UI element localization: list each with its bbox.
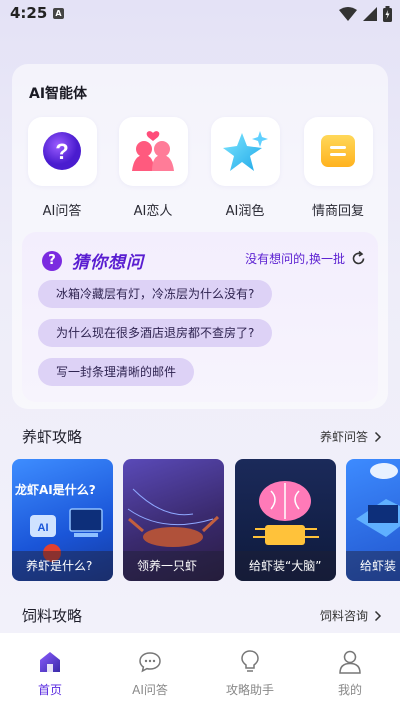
guide-card-caption: 给虾装“大脑” bbox=[235, 551, 336, 581]
status-bar: 4:25 A bbox=[0, 0, 400, 30]
agent-ai-lover[interactable]: AI恋人 bbox=[117, 117, 189, 219]
guide-card[interactable]: 龙虾AI是什么? AI 养虾是什么? bbox=[12, 459, 113, 581]
shrimp-guide-header: 养虾攻略 养虾问答 bbox=[22, 426, 382, 447]
chevron-right-icon bbox=[374, 610, 382, 621]
agent-label: AI问答 bbox=[42, 204, 82, 219]
ask-title-group: ? 猜你想问 bbox=[42, 248, 144, 273]
feed-guide-header: 饲料攻略 饲料咨询 bbox=[22, 605, 382, 626]
refresh-icon bbox=[352, 251, 365, 265]
section-title: 养虾攻略 bbox=[22, 428, 83, 446]
card-overlay-title: 龙虾AI是什么? bbox=[15, 483, 96, 497]
ask-title: 猜你想问 bbox=[72, 253, 144, 273]
nav-ai-qa[interactable]: AI问答 bbox=[110, 649, 190, 698]
agent-tile[interactable] bbox=[210, 117, 280, 186]
guide-card-caption: 养虾是什么? bbox=[12, 551, 113, 581]
message-note-icon bbox=[321, 134, 355, 167]
chat-bubble-icon bbox=[139, 652, 161, 673]
nav-label: AI问答 bbox=[132, 683, 168, 697]
link-label: 养虾问答 bbox=[319, 430, 368, 444]
agent-tile[interactable]: ? bbox=[27, 117, 97, 186]
refresh-questions-button[interactable]: 没有想问的,换一批 bbox=[245, 250, 366, 267]
ai-agent-card: AI智能体 ? AI问答 AI恋人 AI润色 情商回复 ? 猜你想问 没有想问的… bbox=[12, 64, 388, 409]
signal-icon bbox=[363, 7, 377, 21]
link-label: 饲料咨询 bbox=[319, 609, 368, 623]
guide-card-caption: 领养一只虾 bbox=[123, 551, 224, 581]
refresh-label: 没有想问的,换一批 bbox=[245, 252, 345, 266]
couple-icon bbox=[132, 130, 174, 171]
suggested-question-chip[interactable]: 冰箱冷藏层有灯，冷冻层为什么没有? bbox=[38, 280, 273, 308]
suggested-question-chip[interactable]: 写一封条理清晰的邮件 bbox=[38, 358, 195, 386]
shrimp-qa-link[interactable]: 养虾问答 bbox=[320, 428, 382, 445]
agent-ai-polish[interactable]: AI润色 bbox=[209, 117, 281, 219]
suggested-questions-panel: ? 猜你想问 没有想问的,换一批 冰箱冷藏层有灯，冷冻层为什么没有? 为什么现在… bbox=[22, 232, 378, 402]
agent-label: 情商回复 bbox=[311, 204, 364, 219]
nav-home[interactable]: 首页 bbox=[10, 649, 90, 698]
agent-label: AI恋人 bbox=[133, 204, 173, 219]
question-mark-icon: ? bbox=[42, 250, 62, 271]
guide-card[interactable]: 领养一只虾 bbox=[123, 459, 224, 581]
chevron-right-icon bbox=[374, 431, 382, 442]
suggested-question-chip[interactable]: 为什么现在很多酒店退房都不查房了? bbox=[38, 319, 273, 347]
question-bubble-icon: ? bbox=[43, 131, 81, 170]
sparkle-star-icon bbox=[223, 130, 268, 171]
status-indicators bbox=[339, 6, 392, 22]
nav-label: 首页 bbox=[37, 683, 62, 697]
feed-consult-link[interactable]: 饲料咨询 bbox=[320, 607, 382, 624]
svg-text:?: ? bbox=[55, 139, 68, 164]
agent-tile[interactable] bbox=[118, 117, 188, 186]
shrimp-guide-carousel[interactable]: 龙虾AI是什么? AI 养虾是什么? 领养一只虾 给虾装“大脑” 给虾装 bbox=[12, 459, 400, 581]
section-title: 饲料攻略 bbox=[22, 607, 83, 625]
status-time: 4:25 bbox=[10, 4, 48, 22]
bottom-navigation: 首页 AI问答 攻略助手 我的 bbox=[0, 633, 400, 706]
agent-tile[interactable] bbox=[303, 117, 373, 186]
wifi-icon bbox=[339, 7, 357, 21]
nav-guide-assistant[interactable]: 攻略助手 bbox=[210, 649, 290, 698]
battery-icon bbox=[383, 6, 392, 22]
agent-label: AI润色 bbox=[225, 204, 265, 219]
nav-label: 我的 bbox=[337, 683, 362, 697]
home-icon bbox=[40, 652, 60, 672]
notification-icon: A bbox=[53, 8, 64, 19]
guide-card-caption: 给虾装 bbox=[346, 551, 400, 581]
profile-icon bbox=[339, 650, 361, 674]
nav-label: 攻略助手 bbox=[225, 683, 274, 697]
svg-text:AI: AI bbox=[38, 522, 49, 534]
agent-eq-reply[interactable]: 情商回复 bbox=[302, 117, 374, 219]
lightbulb-icon bbox=[241, 650, 259, 672]
agent-ai-qa[interactable]: ? AI问答 bbox=[26, 117, 98, 219]
guide-card[interactable]: 给虾装“大脑” bbox=[235, 459, 336, 581]
nav-profile[interactable]: 我的 bbox=[310, 649, 390, 698]
agent-section-title: AI智能体 bbox=[29, 86, 88, 102]
guide-card[interactable]: 给虾装 bbox=[346, 459, 400, 581]
